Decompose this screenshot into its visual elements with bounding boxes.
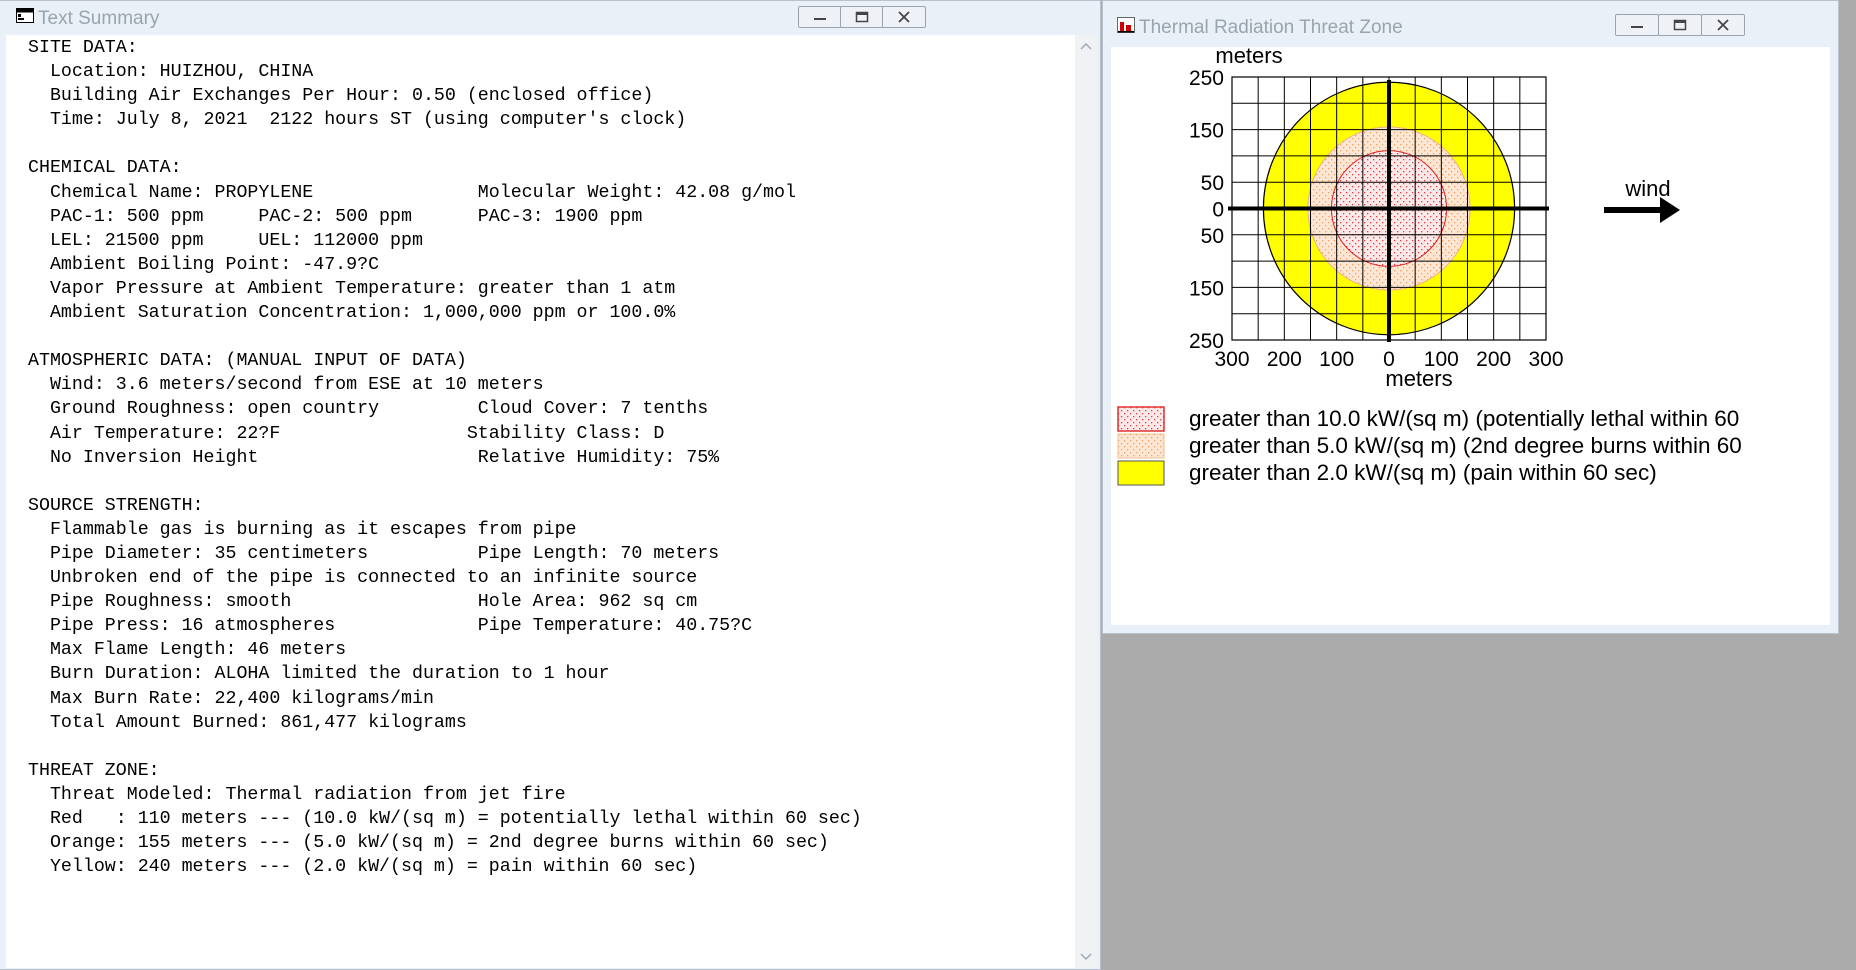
summary-line: Pipe Diameter: 35 centimeters Pipe Lengt… xyxy=(28,543,720,564)
summary-line: ATMOSPHERIC DATA: (MANUAL INPUT OF DATA) xyxy=(28,351,467,372)
legend-label: greater than 2.0 kW/(sq m) (pain within … xyxy=(1189,460,1657,485)
title-bar[interactable]: Thermal Radiation Threat Zone xyxy=(1103,1,1838,45)
summary-line: Total Amount Burned: 861,477 kilograms xyxy=(28,712,467,733)
close-button[interactable] xyxy=(882,6,926,28)
legend-swatch-yellow xyxy=(1117,460,1165,486)
minimize-button[interactable] xyxy=(1615,14,1659,36)
window-app-icon xyxy=(16,8,34,23)
summary-line: PAC-1: 500 ppm PAC-2: 500 ppm PAC-3: 190… xyxy=(28,206,643,227)
x-axis-label: meters xyxy=(1385,366,1452,391)
summary-line: Location: HUIZHOU, CHINA xyxy=(28,62,314,83)
summary-line: Air Temperature: 22?F Stability Class: D xyxy=(28,423,665,444)
text-summary-window: Text Summary SITE DATA: Location: HUIZHO… xyxy=(0,0,1101,970)
summary-line: CHEMICAL DATA: xyxy=(28,158,182,179)
summary-line: Burn Duration: ALOHA limited the duratio… xyxy=(28,664,610,685)
restore-icon xyxy=(855,11,869,23)
summary-line: Chemical Name: PROPYLENE Molecular Weigh… xyxy=(28,182,796,203)
summary-line: No Inversion Height Relative Humidity: 7… xyxy=(28,447,720,468)
threat-zone-plot-area: 300 200 100 0 100 200 300 250 150 50 0 50 150 250 met… xyxy=(1111,47,1830,625)
y-axis-label: meters xyxy=(1215,47,1282,68)
summary-line: Ground Roughness: open country Cloud Cov… xyxy=(28,399,709,420)
summary-line: Yellow: 240 meters --- (2.0 kW/(sq m) = … xyxy=(28,857,698,878)
threat-zone-window: Thermal Radiation Threat Zone 300 200 10… xyxy=(1102,0,1839,634)
summary-line: Red : 110 meters --- (10.0 kW/(sq m) = p… xyxy=(28,809,862,829)
summary-line: THREAT ZONE: xyxy=(28,760,160,781)
y-tick-label: 0 xyxy=(1212,199,1224,222)
window-title: Thermal Radiation Threat Zone xyxy=(1139,17,1403,38)
summary-line: Max Burn Rate: 22,400 kilograms/min xyxy=(28,688,434,709)
legend-label: greater than 10.0 kW/(sq m) (potentially… xyxy=(1189,406,1740,431)
x-tick-label: 300 xyxy=(1528,348,1563,371)
summary-line: Pipe Roughness: smooth Hole Area: 962 sq… xyxy=(28,592,698,613)
summary-text: SITE DATA: Location: HUIZHOU, CHINA Buil… xyxy=(6,36,1075,879)
x-tick-label: 100 xyxy=(1319,348,1354,371)
minimize-icon xyxy=(814,18,826,20)
summary-line: Ambient Saturation Concentration: 1,000,… xyxy=(28,303,676,324)
window-app-icon xyxy=(1117,17,1135,33)
y-tick-label: 250 xyxy=(1189,330,1224,353)
scroll-down-arrow-icon[interactable] xyxy=(1079,952,1093,962)
y-tick-label: 150 xyxy=(1189,120,1224,143)
x-tick-label: 200 xyxy=(1267,348,1302,371)
window-title: Text Summary xyxy=(38,8,160,29)
y-tick-label: 250 xyxy=(1189,67,1224,90)
vertical-scrollbar[interactable] xyxy=(1075,35,1097,968)
y-tick-label: 150 xyxy=(1189,277,1224,300)
summary-line: Building Air Exchanges Per Hour: 0.50 (e… xyxy=(28,86,654,107)
close-button[interactable] xyxy=(1701,14,1745,36)
legend-swatch-orange xyxy=(1117,433,1165,459)
close-icon xyxy=(898,11,910,23)
y-tick-label: 50 xyxy=(1201,172,1224,195)
summary-line: SOURCE STRENGTH: xyxy=(28,495,204,516)
x-tick-label: 200 xyxy=(1476,348,1511,371)
close-icon xyxy=(1717,19,1729,31)
minimize-icon xyxy=(1631,26,1643,28)
summary-line: Threat Modeled: Thermal radiation from j… xyxy=(28,784,566,805)
summary-line: Vapor Pressure at Ambient Temperature: g… xyxy=(28,278,676,299)
legend-swatch-red xyxy=(1117,406,1165,432)
y-tick-label: 50 xyxy=(1201,225,1224,248)
summary-line: Pipe Press: 16 atmospheres Pipe Temperat… xyxy=(28,616,753,637)
restore-button[interactable] xyxy=(1658,14,1702,36)
legend-label: greater than 5.0 kW/(sq m) (2nd degree b… xyxy=(1189,433,1742,458)
summary-line: Wind: 3.6 meters/second from ESE at 10 m… xyxy=(28,375,544,396)
wind-label: wind xyxy=(1624,176,1670,201)
scroll-up-arrow-icon[interactable] xyxy=(1079,41,1093,51)
summary-line: Flammable gas is burning as it escapes f… xyxy=(28,519,577,540)
summary-line: LEL: 21500 ppm UEL: 112000 ppm xyxy=(28,230,423,251)
minimize-button[interactable] xyxy=(798,6,842,28)
summary-line: SITE DATA: xyxy=(28,38,138,58)
summary-line: Ambient Boiling Point: -47.9?C xyxy=(28,254,380,275)
summary-line: Time: July 8, 2021 2122 hours ST (using … xyxy=(28,110,687,131)
restore-icon xyxy=(1673,19,1687,31)
summary-line: Orange: 155 meters --- (5.0 kW/(sq m) = … xyxy=(28,833,829,854)
summary-line: Unbroken end of the pipe is connected to… xyxy=(28,568,698,589)
summary-line: Max Flame Length: 46 meters xyxy=(28,640,347,661)
summary-text-area[interactable]: SITE DATA: Location: HUIZHOU, CHINA Buil… xyxy=(6,35,1075,968)
title-bar[interactable]: Text Summary xyxy=(0,1,1100,35)
threat-zone-chart: 300 200 100 0 100 200 30025015050050150250 met… xyxy=(1189,47,1680,391)
restore-button[interactable] xyxy=(840,6,884,28)
